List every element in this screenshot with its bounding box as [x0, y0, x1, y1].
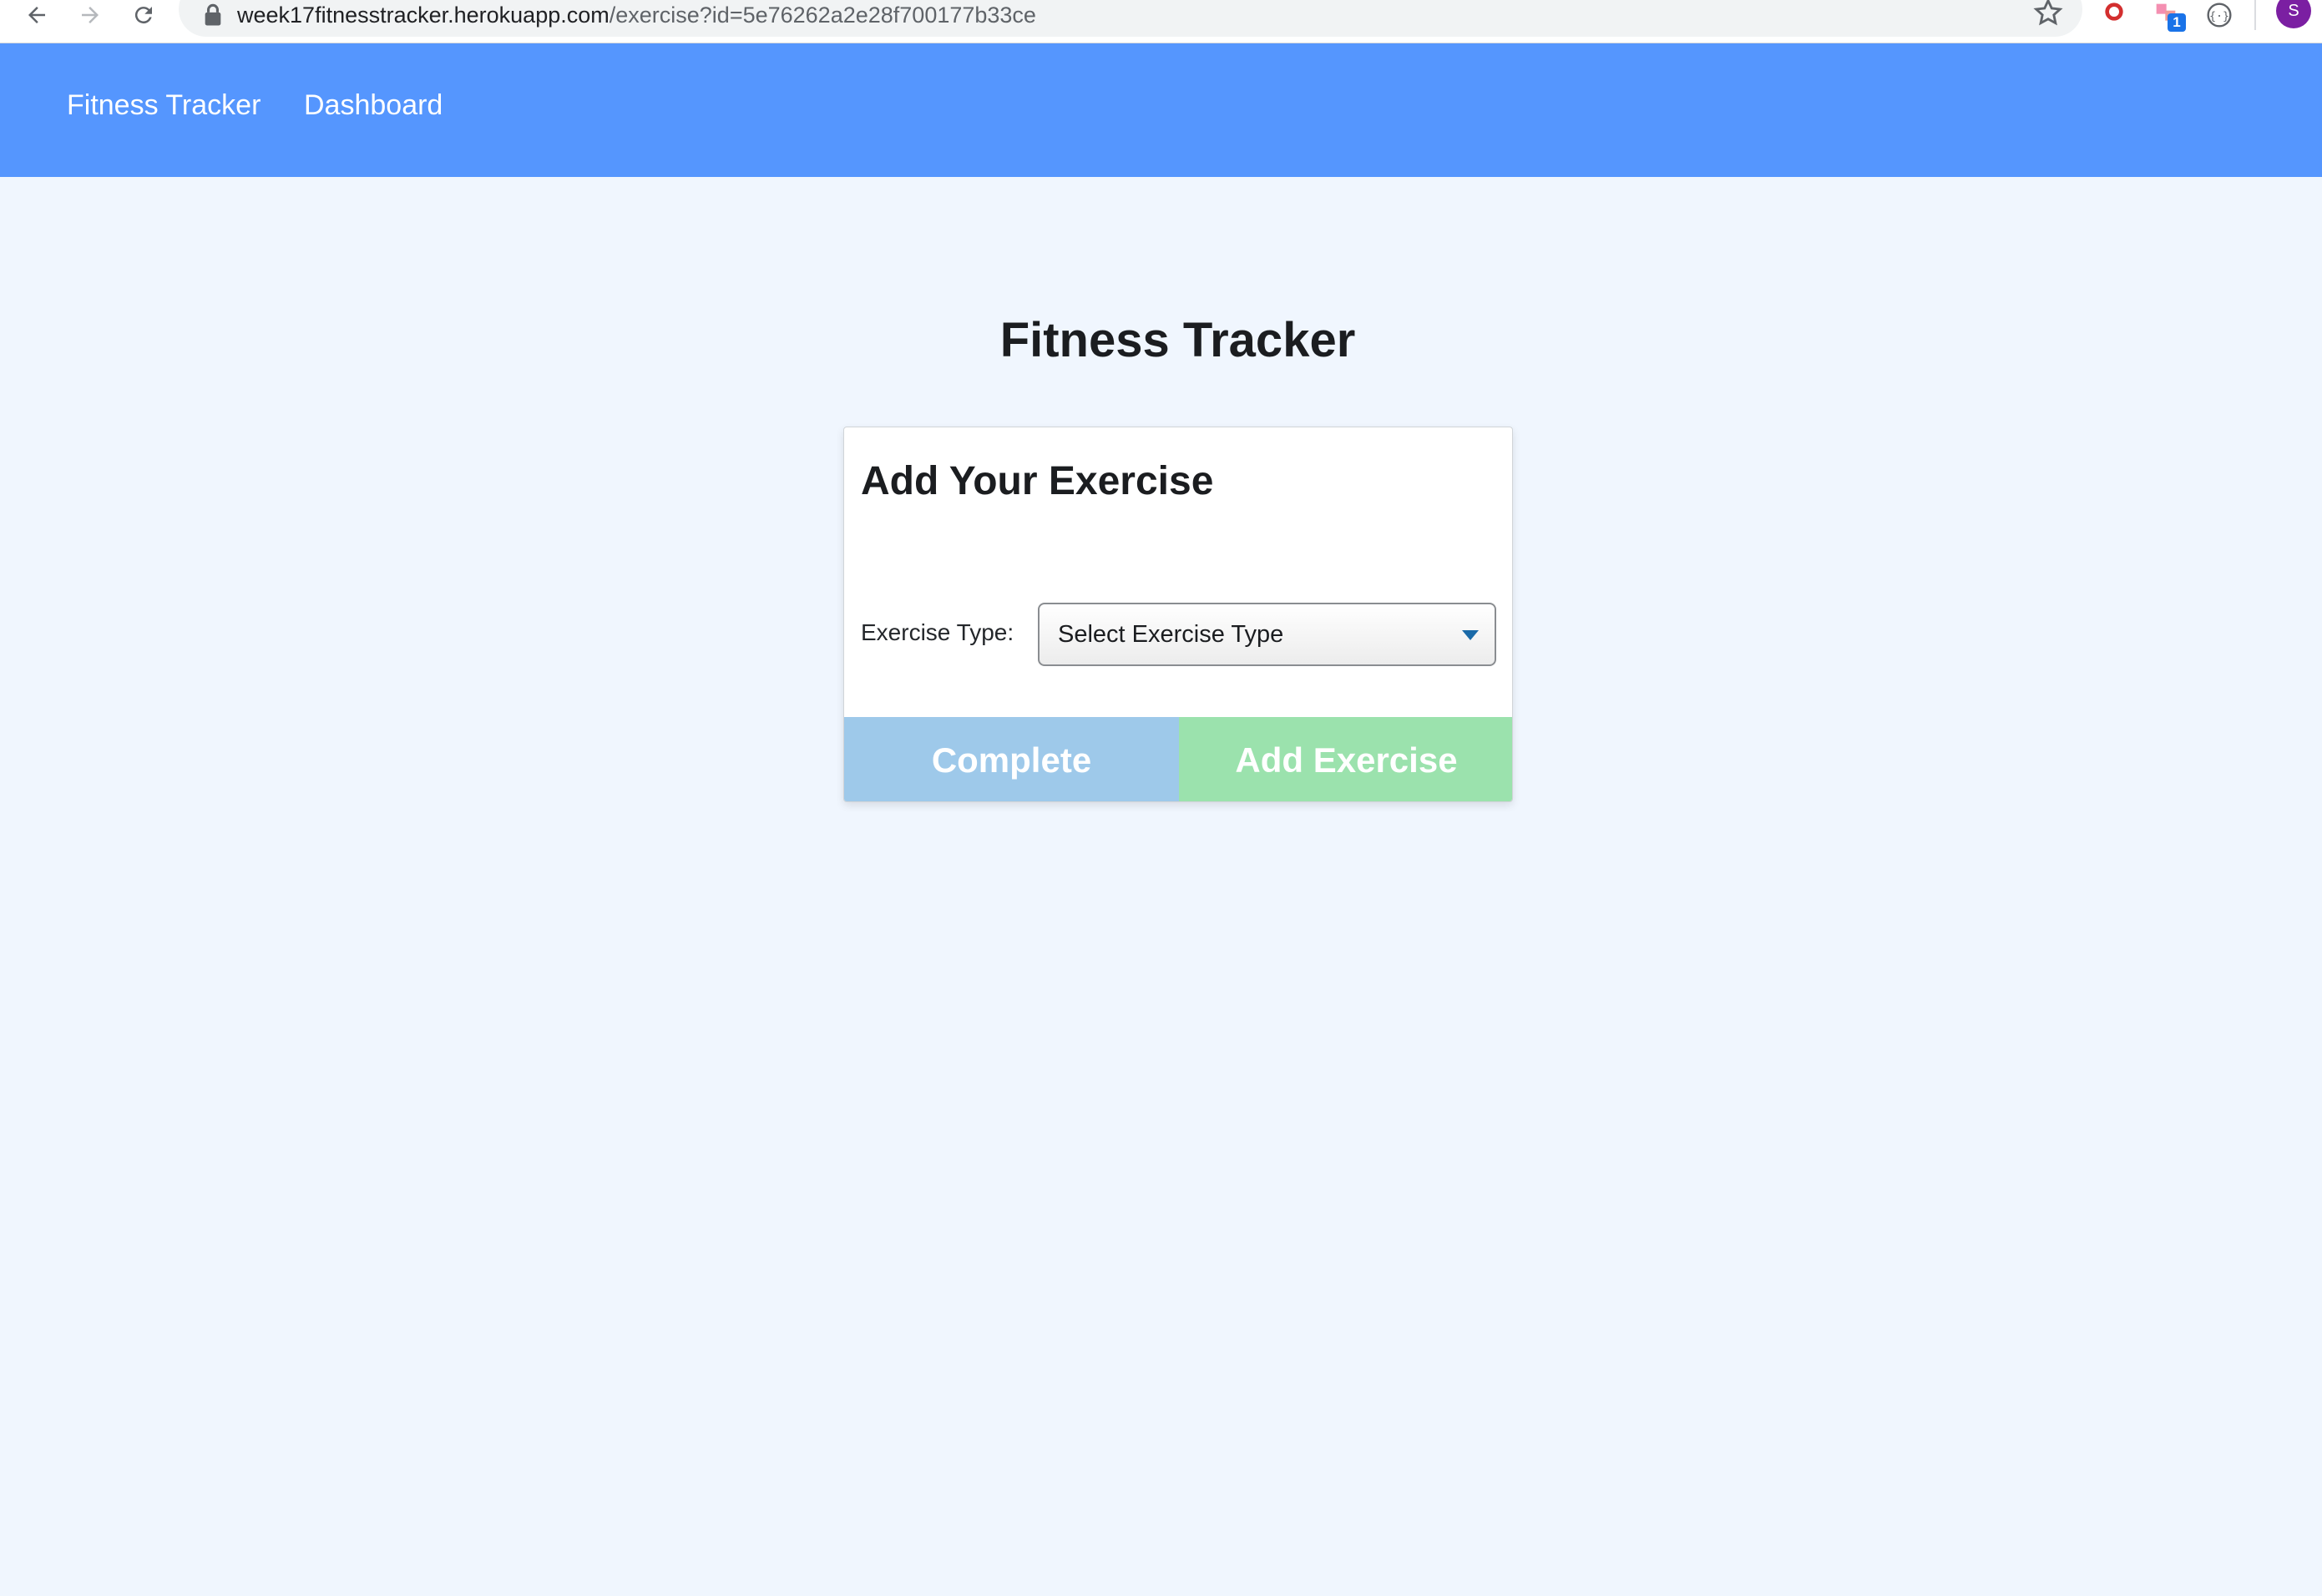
- profile-avatar[interactable]: S: [2276, 0, 2311, 28]
- card-button-row: Complete Add Exercise: [844, 717, 1512, 801]
- app-navbar: Fitness Tracker Dashboard: [0, 43, 2322, 177]
- forward-button[interactable]: [72, 0, 109, 30]
- chevron-down-icon: [1462, 630, 1479, 640]
- exercise-type-select[interactable]: Select Exercise Type: [1038, 603, 1496, 666]
- complete-button[interactable]: Complete: [844, 717, 1179, 801]
- browser-toolbar: week17fitnesstracker.herokuapp.com/exerc…: [0, 0, 2322, 43]
- navbar-dashboard-link[interactable]: Dashboard: [304, 85, 443, 125]
- svg-text:{·}: {·}: [2209, 10, 2229, 23]
- extension-braces-icon[interactable]: {·}: [2203, 0, 2236, 30]
- extension-opera-icon[interactable]: [2097, 0, 2131, 30]
- page-title: Fitness Tracker: [999, 313, 1356, 367]
- url-path: /exercise?id=5e76262a2e28f700177b33ce: [609, 3, 1036, 28]
- toolbar-divider: [2254, 0, 2256, 30]
- bookmark-star-icon[interactable]: [2032, 0, 2064, 28]
- reload-button[interactable]: [125, 0, 162, 30]
- extension-shapes-icon[interactable]: 1: [2151, 0, 2186, 32]
- braces-extension-icon: {·}: [2207, 3, 2232, 28]
- add-exercise-button[interactable]: Add Exercise: [1179, 717, 1512, 801]
- extension-badge: 1: [2168, 13, 2186, 32]
- back-button[interactable]: [18, 0, 55, 30]
- reload-icon: [134, 7, 152, 24]
- forward-arrow-icon: [82, 7, 99, 23]
- exercise-type-label: Exercise Type:: [861, 619, 1014, 645]
- lock-icon: [205, 3, 221, 26]
- card-title: Add Your Exercise: [861, 459, 1214, 503]
- url-text: week17fitnesstracker.herokuapp.com/exerc…: [237, 0, 1036, 30]
- address-bar[interactable]: week17fitnesstracker.herokuapp.com/exerc…: [179, 0, 2082, 37]
- url-host: week17fitnesstracker.herokuapp.com: [237, 3, 610, 28]
- navbar-brand-link[interactable]: Fitness Tracker: [67, 85, 261, 125]
- red-circle-extension-icon: [2105, 3, 2123, 21]
- add-exercise-card: Add Your Exercise Exercise Type: Select …: [843, 427, 1513, 802]
- exercise-type-selected-value: Select Exercise Type: [1058, 621, 1284, 648]
- back-arrow-icon: [28, 7, 45, 23]
